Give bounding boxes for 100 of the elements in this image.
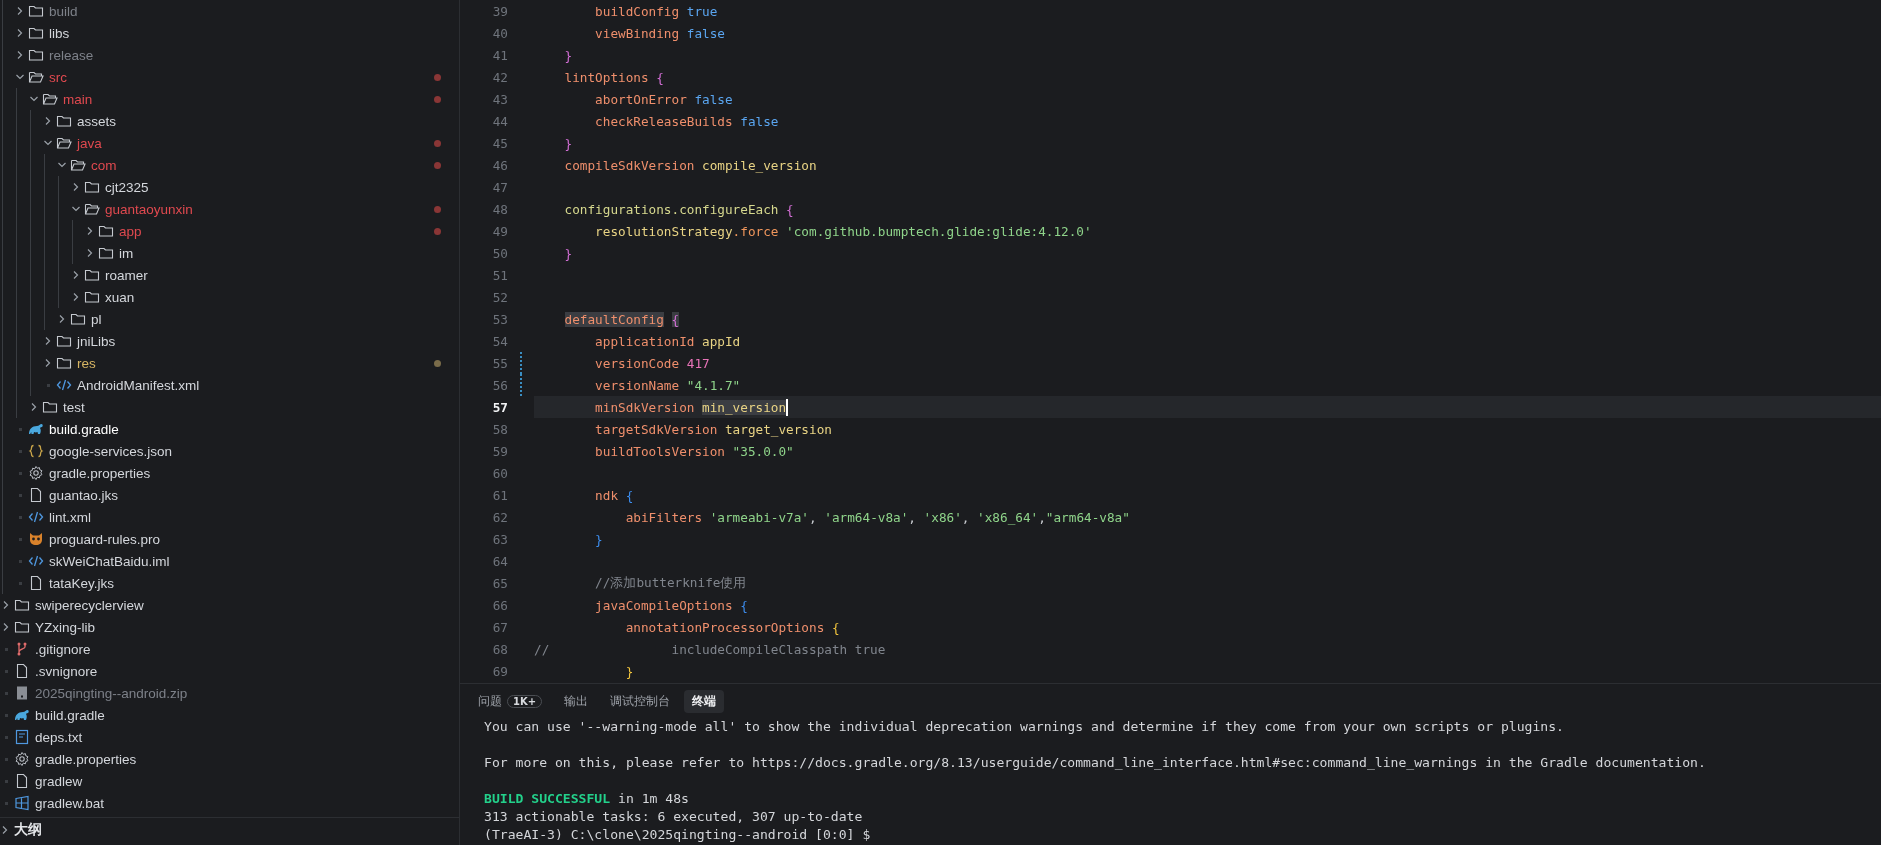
code-token: } xyxy=(564,47,573,63)
outline-section-header[interactable]: 大纲 xyxy=(0,817,459,842)
chevron-icon[interactable] xyxy=(43,116,53,126)
file-name: lint.xml xyxy=(49,509,91,525)
file-name: java xyxy=(77,135,102,151)
file-icon xyxy=(14,663,30,679)
line-number: 40 xyxy=(491,25,508,41)
chevron-icon[interactable] xyxy=(71,270,81,280)
terminal-text: (TraeAI-3) C:\clone\2025qingting--android [0:0] $ xyxy=(484,827,871,842)
code-token: 'com.github.bumptech.glide:glide:4.12.0' xyxy=(786,223,1092,239)
code-token: checkReleaseBuilds xyxy=(595,113,733,129)
chevron-icon[interactable] xyxy=(29,402,39,412)
folder-icon xyxy=(84,179,100,195)
archive-icon xyxy=(14,685,30,701)
file-name: guantao.jks xyxy=(49,487,119,503)
file-tree-item[interactable]: swiperecyclerview xyxy=(0,594,459,616)
chevron-icon[interactable] xyxy=(15,6,25,16)
file-name: AndroidManifest.xml xyxy=(77,377,200,393)
panel-tab[interactable]: 问题 1K+ xyxy=(470,689,551,713)
open-folder-icon xyxy=(42,91,58,107)
chevron-icon[interactable] xyxy=(43,358,53,368)
code-token: { xyxy=(656,69,664,85)
terminal-text: For more on this, please refer to https://docs.gradle.org/8.13/userguide/command_line_interface.html#sec:command_line_warnings in the Gradle documentation. xyxy=(484,755,1706,770)
file-name: roamer xyxy=(105,267,148,283)
file-tree-item[interactable]: .svnignore xyxy=(0,660,459,682)
file-name: build.gradle xyxy=(35,707,105,723)
file-tree-item[interactable]: 2025qingting--android.zip xyxy=(0,682,459,704)
file-name: proguard-rules.pro xyxy=(49,531,161,547)
chevron-icon[interactable] xyxy=(1,600,11,610)
file-tree-item[interactable]: gradlew.bat xyxy=(0,792,459,814)
file-tree-item[interactable]: gradle.properties xyxy=(0,748,459,770)
code-token: target_version xyxy=(724,421,832,437)
chevron-icon[interactable] xyxy=(15,28,25,38)
folder-icon xyxy=(28,25,44,41)
line-number: 62 xyxy=(491,509,508,525)
code-token: { xyxy=(831,619,840,635)
chevron-icon[interactable] xyxy=(57,314,67,324)
file-tree-item[interactable]: deps.txt xyxy=(0,726,459,748)
file-tree-item[interactable]: .gitignore xyxy=(0,638,459,660)
line-number: 53 xyxy=(491,311,508,327)
line-number: 42 xyxy=(491,69,508,85)
chevron-icon[interactable] xyxy=(71,182,81,192)
open-folder-icon xyxy=(70,157,86,173)
chevron-icon[interactable] xyxy=(85,226,95,236)
folder-icon xyxy=(28,47,44,63)
code-token: buildConfig xyxy=(595,3,680,19)
code-token: abiFilters xyxy=(625,509,703,525)
file-name: release xyxy=(49,47,94,63)
chevron-icon[interactable] xyxy=(71,204,81,214)
terminal-text: in 1m 48s xyxy=(617,791,689,806)
chevron-icon[interactable] xyxy=(1,622,11,632)
chevron-icon[interactable] xyxy=(43,336,53,346)
chevron-icon[interactable] xyxy=(43,138,53,148)
panel-tab[interactable]: 调试控制台 xyxy=(602,689,679,713)
file-name: src xyxy=(49,69,67,85)
code-token: { xyxy=(786,201,794,217)
code-token: // includeCompileClasspath true xyxy=(534,641,886,657)
chevron-icon[interactable] xyxy=(29,94,39,104)
code-token: false xyxy=(686,25,725,41)
cat-face-icon xyxy=(28,531,44,547)
file-name: main xyxy=(63,91,93,107)
file-name: build xyxy=(49,3,78,19)
folder-icon xyxy=(98,245,114,261)
line-number: 57 xyxy=(491,399,508,415)
file-tree-item[interactable]: build.gradle xyxy=(0,704,459,726)
file-tree-item[interactable]: YZxing-lib xyxy=(0,616,459,638)
chevron-icon[interactable] xyxy=(85,248,95,258)
file-tree-item[interactable]: gradlew xyxy=(0,770,459,792)
chevron-icon[interactable] xyxy=(0,825,10,835)
code-icon xyxy=(28,553,44,569)
code-token: } xyxy=(595,531,603,547)
folder-icon xyxy=(84,289,100,305)
file-name: libs xyxy=(49,25,70,41)
file-icon xyxy=(28,575,44,591)
file-name: guantaoyunxin xyxy=(105,201,193,217)
file-name: cjt2325 xyxy=(105,179,149,195)
file-name: gradle.properties xyxy=(49,465,151,481)
panel-tab[interactable]: 终端 xyxy=(684,689,725,713)
folder-icon xyxy=(42,399,58,415)
file-name: swiperecyclerview xyxy=(35,597,144,613)
line-number: 52 xyxy=(491,289,508,305)
chevron-icon[interactable] xyxy=(15,72,25,82)
code-token: false xyxy=(694,91,733,107)
chevron-icon[interactable] xyxy=(57,160,67,170)
code-token: { xyxy=(625,487,634,503)
line-number: 59 xyxy=(491,443,508,459)
code-token: "35.0.0" xyxy=(732,443,794,459)
file-name: skWeiChatBaidu.iml xyxy=(49,553,170,569)
chevron-icon[interactable] xyxy=(71,292,81,302)
file-name: test xyxy=(63,399,85,415)
code-token: 'x86_64' xyxy=(977,509,1039,525)
code-icon xyxy=(28,509,44,525)
file-name: jniLibs xyxy=(77,333,116,349)
chevron-icon[interactable] xyxy=(15,50,25,60)
panel-tab[interactable]: 输出 xyxy=(556,689,597,713)
file-name: app xyxy=(119,223,142,239)
code-token: abortOnError xyxy=(595,91,687,107)
code-token: 417 xyxy=(686,355,710,371)
line-number: 55 xyxy=(491,355,508,371)
code-token: { xyxy=(740,597,748,613)
